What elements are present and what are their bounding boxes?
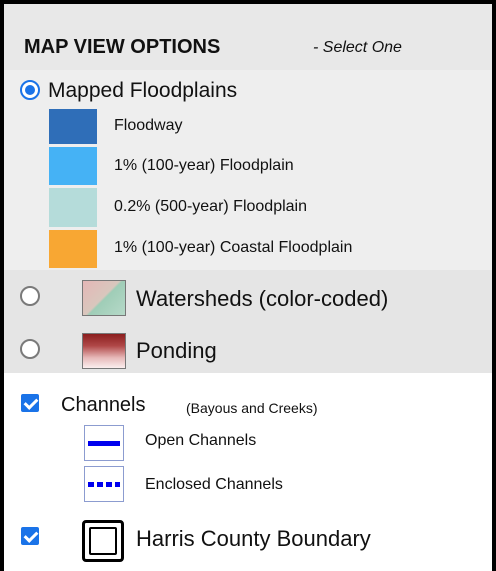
floodway-label: Floodway xyxy=(114,117,183,134)
boundary-label[interactable]: Harris County Boundary xyxy=(136,526,371,552)
channels-note: (Bayous and Creeks) xyxy=(186,400,318,416)
boundary-checkbox[interactable] xyxy=(21,527,39,545)
county-boundary-icon xyxy=(82,520,124,562)
floodplains-label[interactable]: Mapped Floodplains xyxy=(48,79,237,103)
watersheds-label[interactable]: Watersheds (color-coded) xyxy=(136,286,388,312)
enclosed-channels-label: Enclosed Channels xyxy=(145,476,283,493)
watersheds-radio[interactable] xyxy=(20,286,40,306)
floodplain-100yr-label: 1% (100-year) Floodplain xyxy=(114,157,294,174)
solid-blue-line-icon xyxy=(84,425,124,461)
floodway-swatch xyxy=(49,109,97,144)
channels-checkbox[interactable] xyxy=(21,394,39,412)
dashed-blue-line-icon xyxy=(84,466,124,502)
coastal-floodplain-label: 1% (100-year) Coastal Floodplain xyxy=(114,239,353,256)
ponding-icon xyxy=(82,333,126,369)
ponding-radio[interactable] xyxy=(20,339,40,359)
panel-title: MAP VIEW OPTIONS xyxy=(24,36,221,58)
panel-subtitle: - Select One xyxy=(313,39,402,56)
ponding-label[interactable]: Ponding xyxy=(136,338,217,364)
open-channels-label: Open Channels xyxy=(145,432,257,449)
panel-header: MAP VIEW OPTIONS - Select One xyxy=(4,4,492,71)
watersheds-icon xyxy=(82,280,126,316)
floodplain-500yr-swatch xyxy=(49,188,97,227)
map-view-options-panel: MAP VIEW OPTIONS - Select One Mapped Flo… xyxy=(0,0,496,571)
coastal-floodplain-swatch xyxy=(49,230,97,268)
floodplain-100yr-swatch xyxy=(49,147,97,185)
floodplain-500yr-label: 0.2% (500-year) Floodplain xyxy=(114,198,307,215)
floodplains-radio[interactable] xyxy=(20,80,40,100)
channels-label[interactable]: Channels xyxy=(61,394,146,417)
